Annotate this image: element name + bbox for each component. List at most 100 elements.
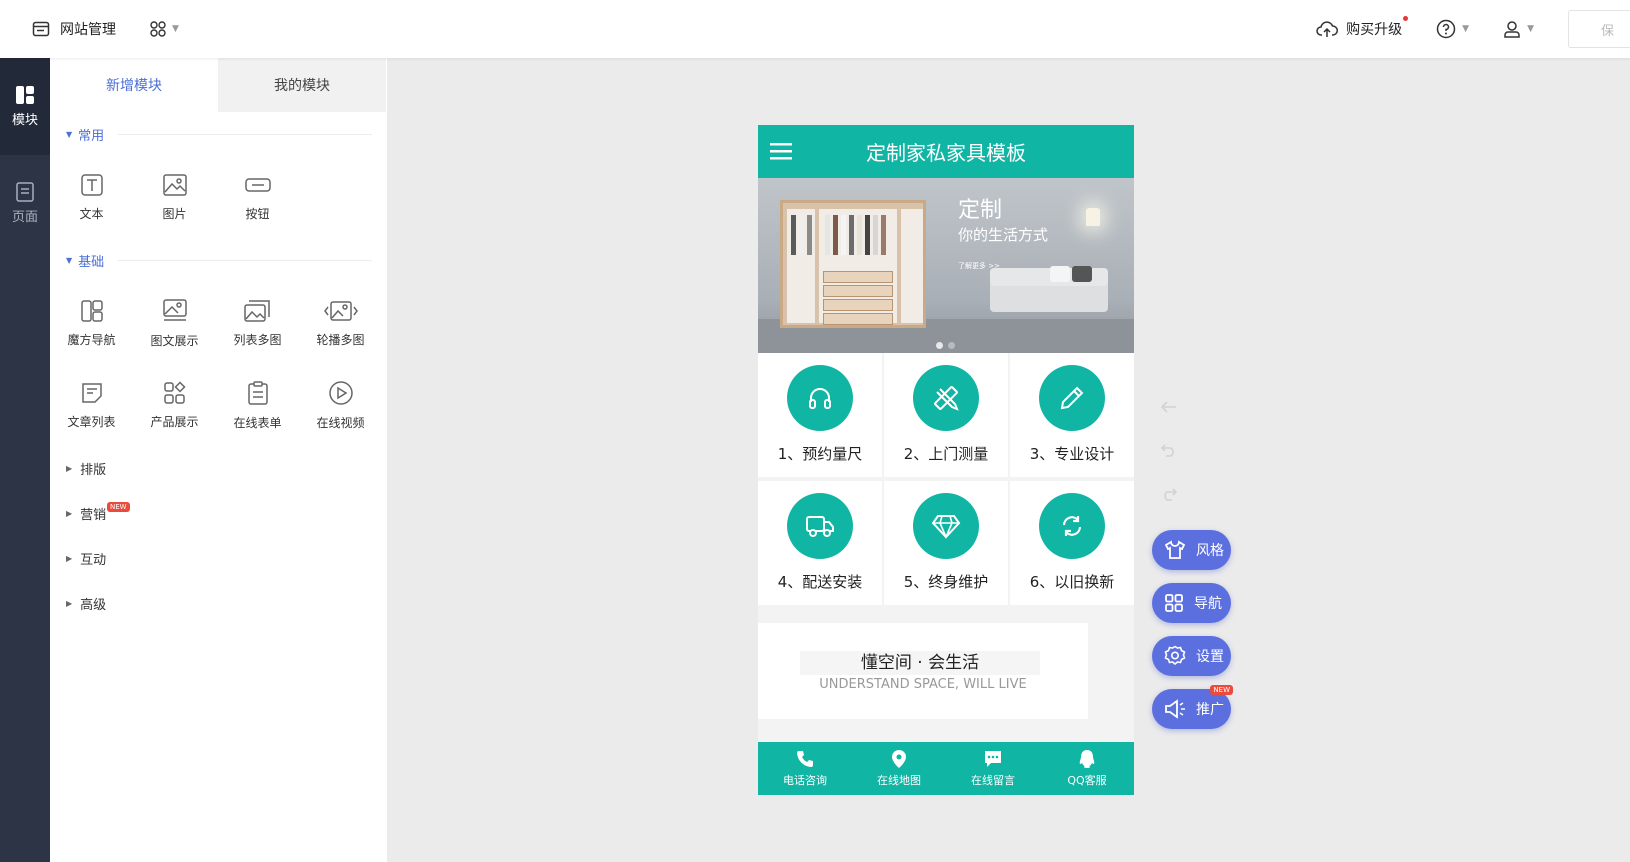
- module-carousel[interactable]: 轮播多图: [299, 282, 382, 364]
- tab-add-module[interactable]: 新增模块: [50, 58, 218, 112]
- caret-right-icon: ▶: [66, 509, 73, 518]
- module-image-text[interactable]: 图文展示: [133, 282, 216, 364]
- carousel-dot-active[interactable]: [936, 342, 943, 349]
- wardrobe-illustration: [780, 200, 926, 328]
- rail-item-pages[interactable]: 页面: [0, 155, 50, 252]
- banner-more-link[interactable]: 了解更多 >>: [958, 261, 1000, 271]
- new-badge: NEW: [107, 502, 130, 512]
- module-text[interactable]: 文本: [50, 156, 133, 238]
- back-arrow-icon[interactable]: [1160, 400, 1178, 414]
- truck-icon: [806, 516, 834, 537]
- module-video[interactable]: 在线视频: [299, 364, 382, 446]
- save-button[interactable]: 保: [1568, 10, 1630, 48]
- diamond-icon: [931, 515, 961, 539]
- service-item[interactable]: 6、以旧换新: [1010, 481, 1134, 605]
- product-icon: [163, 380, 186, 404]
- tshirt-icon: [1164, 540, 1186, 559]
- module-product[interactable]: 产品展示: [133, 364, 216, 446]
- carousel-dot[interactable]: [948, 342, 955, 349]
- slogan-block: 懂空间 · 会生活 UNDERSTAND SPACE, WILL LIVE: [758, 623, 1088, 719]
- module-button[interactable]: 按钮: [216, 156, 299, 238]
- pill-label: 风格: [1196, 543, 1224, 559]
- hanging-cloth: [873, 215, 878, 255]
- refresh-icon: [1062, 516, 1082, 536]
- caret-down-icon: ▼: [66, 255, 73, 265]
- module-icon: [16, 86, 34, 104]
- section-basic-header[interactable]: ▼ 基础: [50, 238, 387, 282]
- page-icon: [16, 182, 34, 202]
- footer-label: QQ客服: [1067, 774, 1107, 787]
- sofa-pillow: [1072, 266, 1092, 282]
- footer-item-qq[interactable]: QQ客服: [1040, 742, 1134, 795]
- left-rail: 模块 页面: [0, 58, 50, 862]
- footer-item-map[interactable]: 在线地图: [852, 742, 946, 795]
- slogan-cn: 懂空间 · 会生活: [800, 651, 1040, 675]
- module-label: 在线视频: [316, 415, 365, 430]
- section-marketing[interactable]: ▶ 营销 NEW: [50, 491, 387, 536]
- image-icon: [162, 173, 187, 196]
- cloud-upload-icon: [1316, 21, 1339, 37]
- service-item[interactable]: 4、配送安装: [758, 481, 882, 605]
- pill-label: 推广: [1196, 702, 1224, 718]
- user-menu-button[interactable]: ▼: [1503, 20, 1534, 38]
- tab-my-modules[interactable]: 我的模块: [218, 58, 386, 112]
- help-menu-button[interactable]: ▼: [1436, 19, 1469, 39]
- footer-item-phone[interactable]: 电话咨询: [758, 742, 852, 795]
- style-button[interactable]: 风格: [1152, 530, 1231, 570]
- banner-carousel[interactable]: 定制 你的生活方式 了解更多 >>: [758, 178, 1134, 353]
- redo-icon[interactable]: [1160, 486, 1178, 502]
- caret-right-icon: ▶: [66, 599, 73, 608]
- panel-tabs: 新增模块 我的模块: [50, 58, 387, 112]
- service-item[interactable]: 3、专业设计: [1010, 353, 1134, 477]
- footer-label: 电话咨询: [783, 774, 827, 787]
- site-management-icon: [32, 21, 50, 37]
- module-cube-nav[interactable]: 魔方导航: [50, 282, 133, 364]
- chevron-down-icon: ▼: [172, 24, 179, 34]
- service-item[interactable]: 5、终身维护: [884, 481, 1008, 605]
- rail-item-modules[interactable]: 模块: [0, 58, 50, 155]
- module-list-images[interactable]: 列表多图: [216, 282, 299, 364]
- footer-item-message[interactable]: 在线留言: [946, 742, 1040, 795]
- basic-modules-grid: 魔方导航 图文展示 列表多图 轮播多图 文章列表 产品展示 在线表单 在线视频: [50, 282, 387, 446]
- module-label: 文本: [79, 206, 104, 221]
- module-form[interactable]: 在线表单: [216, 364, 299, 446]
- module-image[interactable]: 图片: [133, 156, 216, 238]
- service-item[interactable]: 2、上门测量: [884, 353, 1008, 477]
- list-images-icon: [243, 299, 270, 322]
- service-icon-circle: [913, 365, 979, 431]
- sofa-pillow: [1050, 266, 1070, 282]
- megaphone-icon: [1165, 699, 1185, 719]
- service-grid: 1、预约量尺 2、上门测量 3、专业设计 4、配送安装 5、终身维护 6、以旧换…: [758, 353, 1134, 609]
- hamburger-menu-icon[interactable]: [770, 143, 792, 160]
- common-modules-grid: 文本 图片 按钮: [50, 156, 387, 238]
- undo-icon[interactable]: [1160, 442, 1178, 458]
- module-panel: 新增模块 我的模块 ▼ 常用 文本 图片 按钮 ▼ 基础 魔方导航 图文展示 列…: [50, 58, 387, 862]
- module-label: 魔方导航: [67, 332, 116, 347]
- section-layout[interactable]: ▶ 排版: [50, 446, 387, 491]
- hanging-cloth: [791, 215, 796, 255]
- carousel-dots: [936, 342, 960, 349]
- promote-button[interactable]: 推广 NEW: [1152, 685, 1233, 729]
- service-label: 3、专业设计: [1029, 445, 1115, 463]
- navigation-button[interactable]: 导航: [1152, 583, 1231, 623]
- section-common-header[interactable]: ▼ 常用: [50, 112, 387, 156]
- banner-subtitle: 你的生活方式: [958, 226, 1049, 244]
- upgrade-button[interactable]: 购买升级: [1316, 16, 1409, 39]
- ruler-pencil-icon: [934, 386, 959, 411]
- module-label: 按钮: [245, 206, 270, 221]
- slogan-en: UNDERSTAND SPACE, WILL LIVE: [819, 677, 1027, 692]
- module-label: 文章列表: [67, 414, 116, 429]
- section-advanced[interactable]: ▶ 高级: [50, 581, 387, 626]
- site-management[interactable]: 网站管理 ▼: [32, 0, 179, 58]
- footer-label: 在线留言: [971, 774, 1015, 787]
- module-article-list[interactable]: 文章列表: [50, 364, 133, 446]
- wardrobe-section: [901, 209, 923, 323]
- service-item[interactable]: 1、预约量尺: [758, 353, 882, 477]
- map-pin-icon: [892, 750, 906, 768]
- service-icon-circle: [1039, 365, 1105, 431]
- section-interactive[interactable]: ▶ 互动: [50, 536, 387, 581]
- settings-button[interactable]: 设置: [1152, 636, 1231, 676]
- section-title: 高级: [80, 598, 107, 613]
- hanging-cloth: [825, 215, 830, 255]
- apps-menu-button[interactable]: ▼: [150, 21, 179, 37]
